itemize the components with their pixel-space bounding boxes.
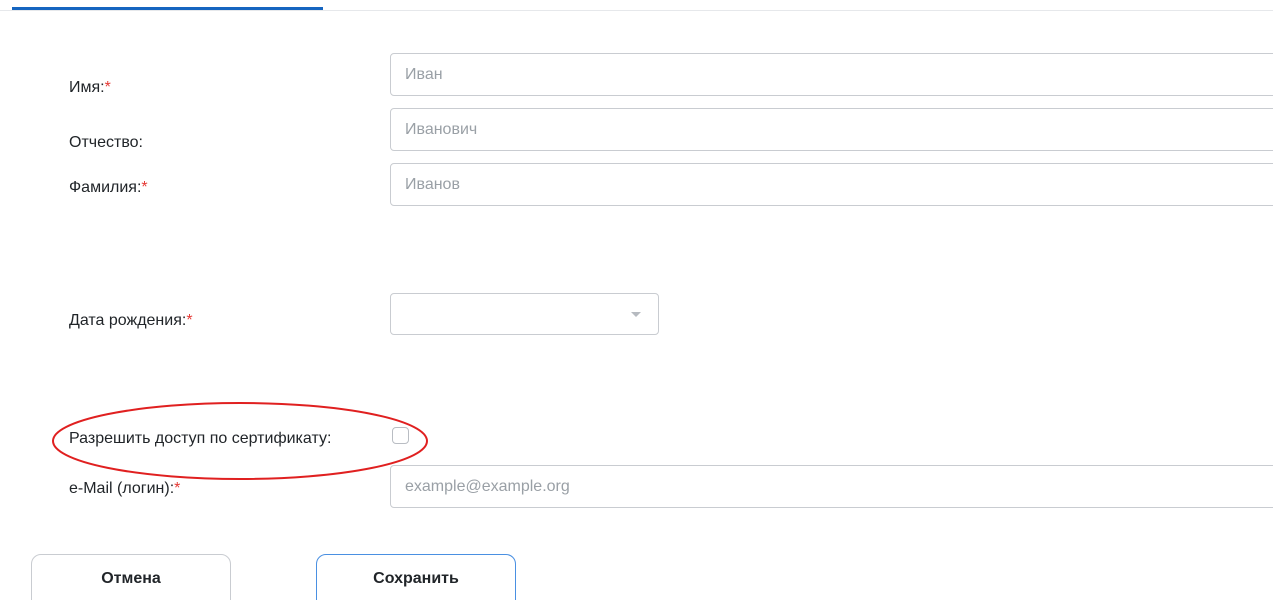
cancel-button[interactable]: Отмена	[31, 554, 231, 600]
tab-divider	[0, 10, 1273, 11]
email-label: e-Mail (логин):*	[69, 480, 181, 497]
required-mark: *	[186, 312, 193, 329]
patronymic-label: Отчество:	[69, 134, 143, 151]
required-mark: *	[141, 179, 148, 196]
patronymic-input[interactable]	[390, 108, 1273, 151]
first-name-label: Имя:*	[69, 79, 111, 96]
certificate-access-label: Разрешить доступ по сертификату:	[69, 430, 332, 447]
chevron-down-icon	[631, 312, 641, 317]
required-mark: *	[174, 480, 181, 497]
birth-date-select[interactable]	[390, 293, 659, 335]
user-form-page: Имя:* Отчество: Фамилия:* Дата рождения:…	[0, 0, 1273, 600]
email-input[interactable]	[390, 465, 1273, 508]
certificate-access-checkbox[interactable]	[392, 427, 409, 444]
last-name-input[interactable]	[390, 163, 1273, 206]
first-name-input[interactable]	[390, 53, 1273, 96]
save-button[interactable]: Сохранить	[316, 554, 516, 600]
required-mark: *	[104, 79, 111, 96]
last-name-label: Фамилия:*	[69, 179, 148, 196]
birth-date-label: Дата рождения:*	[69, 312, 193, 329]
